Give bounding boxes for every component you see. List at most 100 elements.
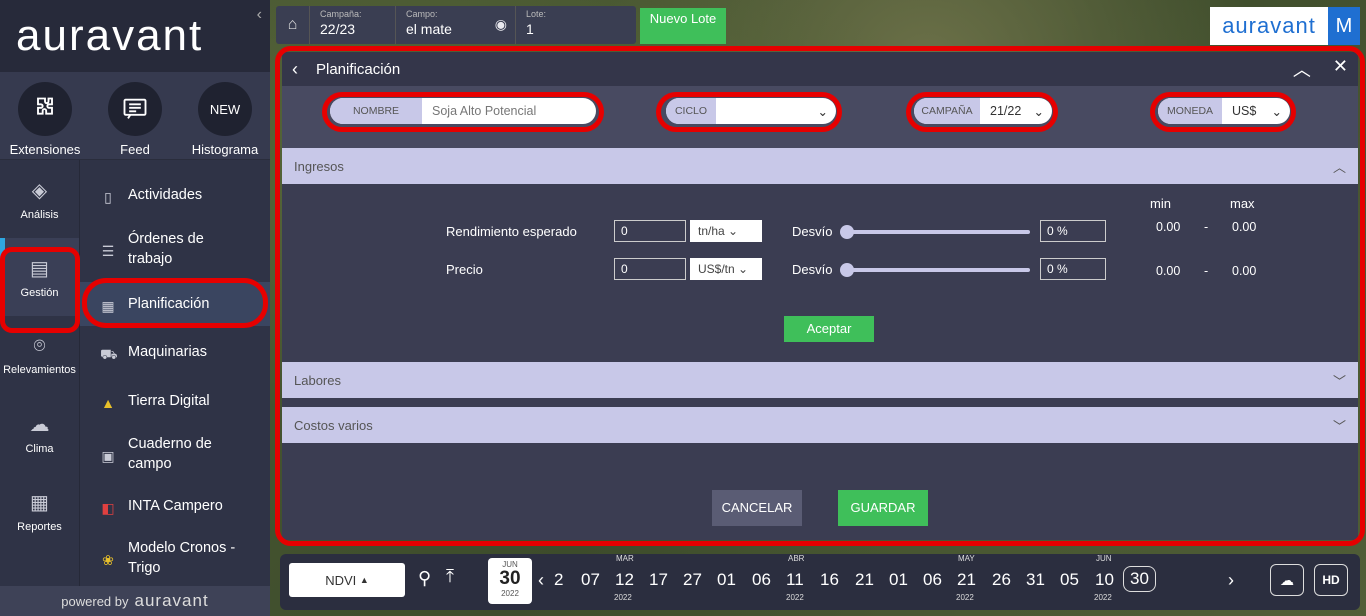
menu-item-tierra-digital[interactable]: ▲ Tierra Digital [80,378,270,424]
yield-label: Rendimiento esperado [446,224,577,239]
timeline-date[interactable]: 26 [992,570,1011,590]
field-caption: Campo: [406,9,438,19]
yield-desvio-input[interactable]: 0 % [1040,220,1106,242]
name-input[interactable]: Soja Alto Potencial [422,98,596,124]
menu-label: Actividades [128,187,203,203]
timeline-date[interactable]: 2 [554,570,563,590]
currency-value[interactable]: US$ ⌄ [1222,98,1290,124]
tool-extensiones[interactable]: Extensiones [1,82,89,157]
menu-item-planificacion[interactable]: ▦ Planificación [80,282,270,326]
yield-desvio-handle[interactable] [840,225,854,239]
year-label: 2022 [786,593,804,602]
brand-badge[interactable]: auravant M [1210,7,1360,45]
menu-item-cronos-trigo[interactable]: ❀ Modelo Cronos - Trigo [80,528,240,588]
ingresos-section-header[interactable]: Ingresos ︿ [282,148,1358,184]
rail-item-gestion[interactable]: ▤ Gestión [0,238,79,316]
cycle-select[interactable]: CICLO ⌄ [666,98,836,124]
current-date-badge[interactable]: JUN 30 2022 [488,558,532,604]
yield-input[interactable]: 0 [614,220,686,242]
timeline-date[interactable]: 01 [889,570,908,590]
close-icon[interactable]: ✕ [1333,56,1348,82]
timeline-date[interactable]: 21 [855,570,874,590]
timeline-date[interactable]: 16 [820,570,839,590]
name-field[interactable]: NOMBRE Soja Alto Potencial [330,98,596,124]
timeline-date[interactable]: 01 [717,570,736,590]
menu-item-ordenes[interactable]: ☰ Órdenes de trabajo [80,220,230,278]
timeline-date[interactable]: 21 [957,570,976,590]
timeline-date[interactable]: 07 [581,570,600,590]
lot-caption: Lote: [526,9,547,19]
timeline-date[interactable]: 12 [615,570,634,590]
menu-item-inta-campero[interactable]: ◧ INTA Campero [80,484,270,528]
timeline-date[interactable]: 11 [786,570,804,590]
field-selector[interactable]: Campo: el mate ◉ [396,6,516,44]
upload-icon[interactable]: ⤒ [446,566,454,587]
timeline-date[interactable]: 05 [1060,570,1079,590]
collapse-sidebar-icon[interactable]: ‹ [257,6,262,24]
pin-icon: ⌾ [33,334,46,357]
search-icon[interactable]: ⚲ [418,568,431,589]
section-title: Labores [294,372,341,388]
back-icon[interactable]: ‹ [292,59,298,80]
collapse-icon[interactable]: ︿ [1293,56,1311,82]
timeline-date[interactable]: 10 [1095,570,1114,590]
year-label: 2022 [956,593,974,602]
next-icon[interactable]: › [1228,570,1234,591]
lot-selector[interactable]: Lote: 1 [516,6,556,44]
price-desvio-handle[interactable] [840,263,854,277]
price-input[interactable]: 0 [614,258,686,280]
tool-histograma[interactable]: NEW Histograma [181,82,269,157]
timeline-date[interactable]: 27 [683,570,702,590]
yield-unit-select[interactable]: tn/ha ⌄ [690,220,762,242]
save-button[interactable]: GUARDAR [838,490,928,526]
chevron-down-icon: ⌄ [738,262,749,276]
currency-selected: US$ [1232,104,1257,118]
price-desvio-input[interactable]: 0 % [1040,258,1106,280]
notebook-icon: ▣ [101,448,115,464]
cancel-button[interactable]: CANCELAR [712,490,802,526]
cycle-value[interactable]: ⌄ [716,98,836,124]
gestion-menu: ▯ Actividades ☰ Órdenes de trabajo ▦ Pla… [80,170,270,586]
campaign-value[interactable]: 21/22 ⌄ [980,98,1052,124]
new-lot-button[interactable]: Nuevo Lote [640,8,726,44]
menu-item-cuaderno[interactable]: ▣ Cuaderno de campo [80,424,230,484]
timeline-date-selected[interactable]: 30 [1123,566,1156,592]
calendar-icon: ▦ [101,298,115,314]
timeline-date[interactable]: 17 [649,570,668,590]
eye-icon[interactable]: ◉ [495,16,507,33]
tool-feed[interactable]: Feed [91,82,179,157]
campaign-select[interactable]: CAMPAÑA 21/22 ⌄ [914,98,1052,124]
price-label: Precio [446,262,483,277]
price-desvio-slider[interactable] [844,268,1030,272]
layer-select[interactable]: NDVI ▲ [289,563,405,597]
dialog-header: ‹ Planificación ︿ ✕ [282,52,1358,86]
menu-item-actividades[interactable]: ▯ Actividades [80,170,270,220]
costos-section-header[interactable]: Costos varios ﹀ [282,407,1358,443]
tractor-icon: ⛟ [100,346,118,362]
clipboard-icon: ▤ [30,257,49,280]
year-label: 2022 [1094,593,1112,602]
chevron-down-icon: ⌄ [1271,104,1282,119]
rail-item-reportes[interactable]: ▦ Reportes [0,472,79,550]
timeline-date[interactable]: 06 [923,570,942,590]
campaign-selector[interactable]: Campaña: 22/23 [310,6,396,44]
rail-item-relevamientos[interactable]: ⌾ Relevamientos [0,316,79,394]
menu-item-maquinarias[interactable]: ⛟ Maquinarias [80,326,270,378]
home-icon[interactable]: ⌂ [276,6,310,44]
lot-selector-bar: ⌂ Campaña: 22/23 Campo: el mate ◉ Lote: … [276,6,636,44]
rail-item-analisis[interactable]: ◈ Análisis [0,160,79,238]
currency-select[interactable]: MONEDA US$ ⌄ [1158,98,1290,124]
timeline-date[interactable]: 31 [1026,570,1045,590]
rail-item-clima[interactable]: ☁ Clima [0,394,79,472]
timeline-date[interactable]: 06 [752,570,771,590]
stack-icon: ☰ [101,243,115,259]
accept-button[interactable]: Aceptar [784,316,874,342]
user-avatar[interactable]: M [1328,7,1360,45]
price-unit-select[interactable]: US$/tn ⌄ [690,258,762,280]
labores-section-header[interactable]: Labores ﹀ [282,362,1358,398]
prev-icon[interactable]: ‹ [538,570,544,591]
yield-desvio-slider[interactable] [844,230,1030,234]
campaign-value: 22/23 [320,21,356,37]
cloud-filter-icon[interactable]: ☁ [1270,564,1304,596]
hd-toggle[interactable]: HD [1314,564,1348,596]
